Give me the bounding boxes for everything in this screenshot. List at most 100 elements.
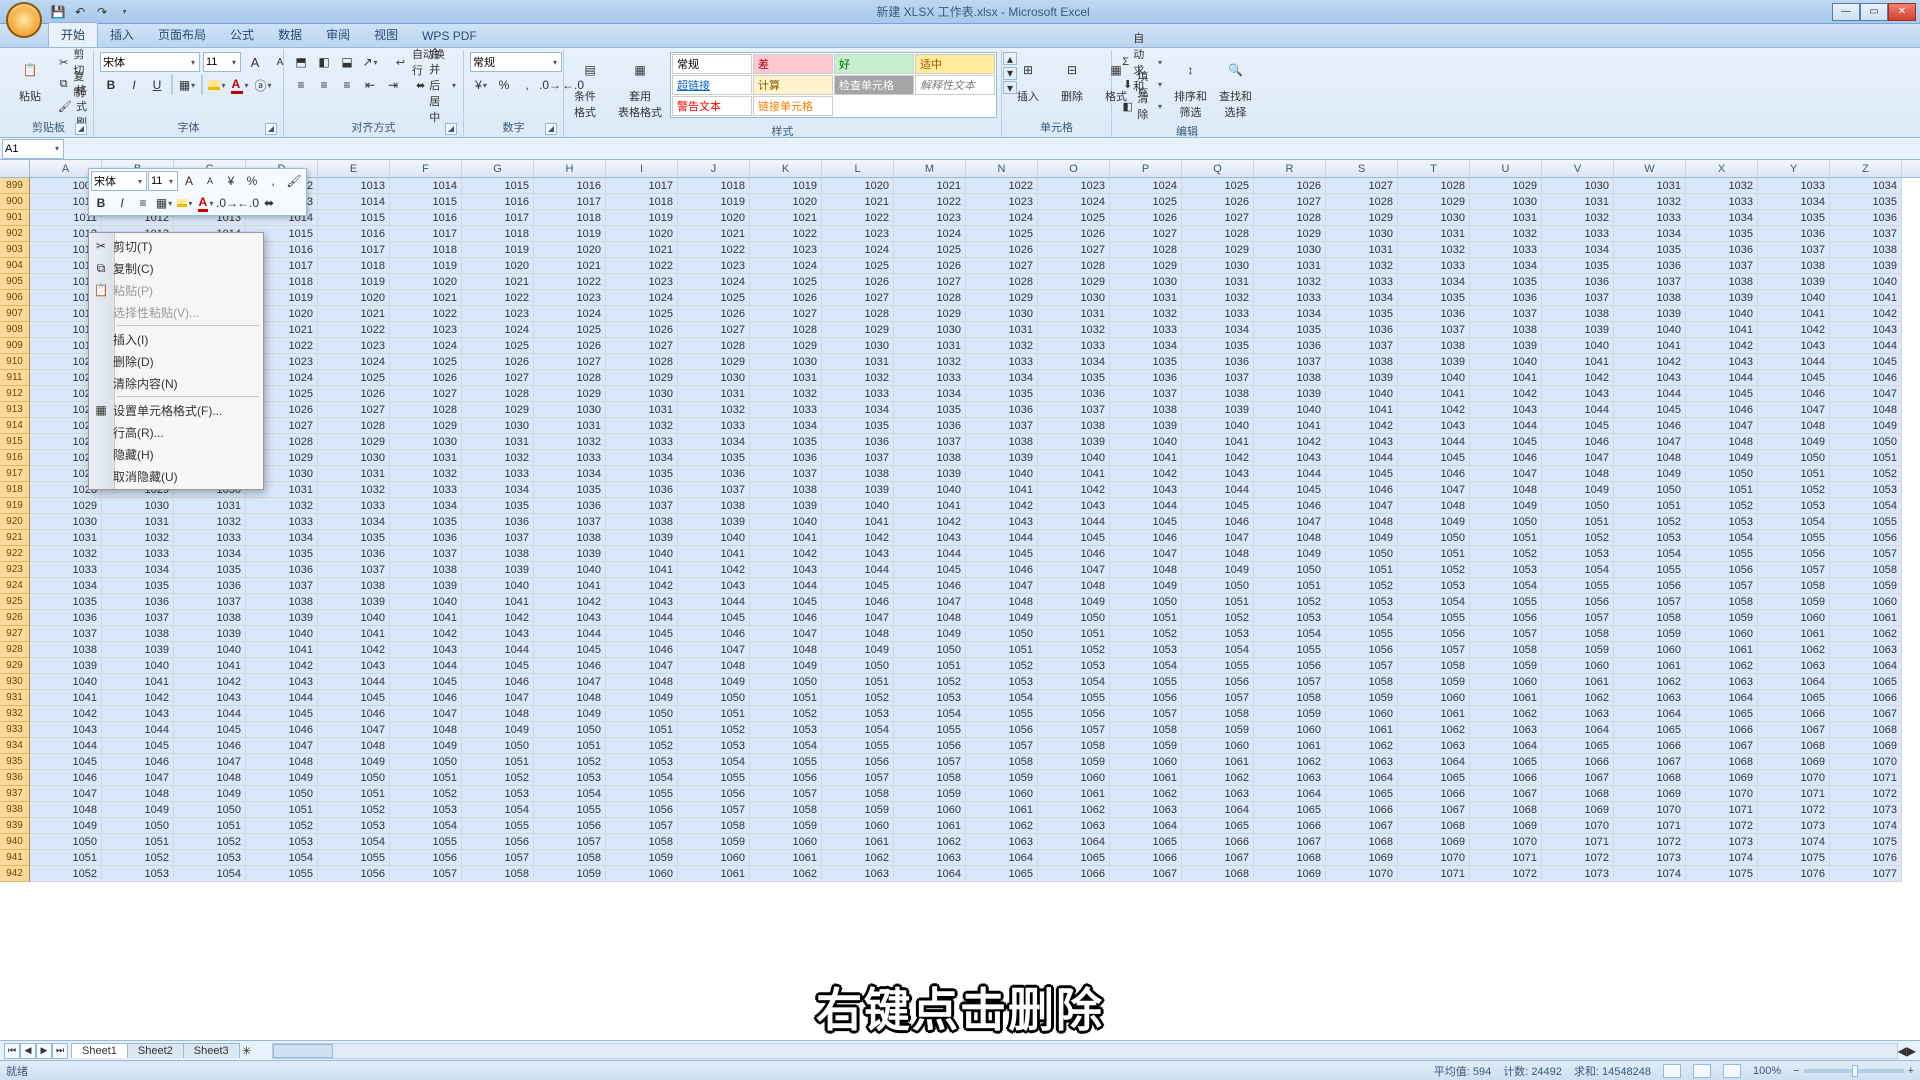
cell[interactable]: 1039 xyxy=(1686,290,1758,306)
cell[interactable]: 1033 xyxy=(606,434,678,450)
cell[interactable]: 1036 xyxy=(894,418,966,434)
cell[interactable]: 1062 xyxy=(1686,658,1758,674)
row-header[interactable]: 928 xyxy=(0,642,29,658)
cell[interactable]: 1066 xyxy=(1038,866,1110,882)
cell[interactable]: 1059 xyxy=(534,866,606,882)
cell[interactable]: 1036 xyxy=(1830,210,1902,226)
cell[interactable]: 1034 xyxy=(30,578,102,594)
cell[interactable]: 1045 xyxy=(1470,434,1542,450)
cell[interactable]: 1034 xyxy=(750,418,822,434)
cell[interactable]: 1030 xyxy=(30,514,102,530)
cell[interactable]: 1061 xyxy=(1326,722,1398,738)
minimize-button[interactable]: — xyxy=(1832,3,1860,21)
cell[interactable]: 1041 xyxy=(318,626,390,642)
cell[interactable]: 1040 xyxy=(1470,354,1542,370)
cell[interactable]: 1038 xyxy=(1614,290,1686,306)
cells-area[interactable]: 1009101010111012101310141015101610171018… xyxy=(30,178,1902,882)
cell[interactable]: 1049 xyxy=(1830,418,1902,434)
cell[interactable]: 1042 xyxy=(966,498,1038,514)
cell[interactable]: 1039 xyxy=(1830,258,1902,274)
cell[interactable]: 1023 xyxy=(606,274,678,290)
cell[interactable]: 1072 xyxy=(1614,834,1686,850)
cell[interactable]: 1040 xyxy=(1686,306,1758,322)
mini-comma-button[interactable]: , xyxy=(263,171,283,191)
cell[interactable]: 1054 xyxy=(750,738,822,754)
cell[interactable]: 1051 xyxy=(1830,450,1902,466)
cell[interactable]: 1065 xyxy=(1830,674,1902,690)
cell[interactable]: 1069 xyxy=(1326,850,1398,866)
cond-format-button[interactable]: ▤条件格式 xyxy=(570,52,610,122)
cell[interactable]: 1041 xyxy=(1398,386,1470,402)
cell[interactable]: 1058 xyxy=(966,754,1038,770)
cell[interactable]: 1027 xyxy=(1038,242,1110,258)
cell[interactable]: 1075 xyxy=(1758,850,1830,866)
cell[interactable]: 1041 xyxy=(174,658,246,674)
cell[interactable]: 1050 xyxy=(1254,562,1326,578)
cell[interactable]: 1048 xyxy=(1110,562,1182,578)
col-header-Y[interactable]: Y xyxy=(1758,160,1830,177)
cell[interactable]: 1031 xyxy=(822,354,894,370)
cell[interactable]: 1046 xyxy=(534,658,606,674)
cell[interactable]: 1060 xyxy=(606,866,678,882)
clear-button[interactable]: ◧清除 xyxy=(1118,96,1166,116)
font-size-combo[interactable]: ▾ xyxy=(203,52,241,72)
cell[interactable]: 1030 xyxy=(534,402,606,418)
row-header[interactable]: 935 xyxy=(0,754,29,770)
cell[interactable]: 1020 xyxy=(318,290,390,306)
cell[interactable]: 1033 xyxy=(894,370,966,386)
ctx-item[interactable]: ⧉复制(C) xyxy=(89,257,263,279)
cell[interactable]: 1025 xyxy=(534,322,606,338)
cell[interactable]: 1067 xyxy=(1830,706,1902,722)
cell[interactable]: 1040 xyxy=(1038,450,1110,466)
cell[interactable]: 1036 xyxy=(1614,258,1686,274)
cell[interactable]: 1051 xyxy=(894,658,966,674)
cell[interactable]: 1052 xyxy=(1254,594,1326,610)
qat-redo-icon[interactable]: ↷ xyxy=(92,2,112,22)
cell[interactable]: 1065 xyxy=(1614,722,1686,738)
cell[interactable]: 1021 xyxy=(894,178,966,194)
row-header[interactable]: 912 xyxy=(0,386,29,402)
cell[interactable]: 1033 xyxy=(750,402,822,418)
ribbon-tab-视图[interactable]: 视图 xyxy=(362,23,410,47)
cell[interactable]: 1051 xyxy=(966,642,1038,658)
cell[interactable]: 1043 xyxy=(246,674,318,690)
cell[interactable]: 1036 xyxy=(1470,290,1542,306)
row-header[interactable]: 941 xyxy=(0,850,29,866)
cell[interactable]: 1062 xyxy=(1830,626,1902,642)
cell[interactable]: 1045 xyxy=(1398,450,1470,466)
cell[interactable]: 1057 xyxy=(1758,562,1830,578)
cell[interactable]: 1051 xyxy=(318,786,390,802)
cell[interactable]: 1025 xyxy=(1038,210,1110,226)
cell[interactable]: 1027 xyxy=(1326,178,1398,194)
cell[interactable]: 1052 xyxy=(822,690,894,706)
cell[interactable]: 1046 xyxy=(1254,498,1326,514)
cell[interactable]: 1073 xyxy=(1830,802,1902,818)
row-header[interactable]: 911 xyxy=(0,370,29,386)
cell[interactable]: 1052 xyxy=(1614,514,1686,530)
cell[interactable]: 1029 xyxy=(1398,194,1470,210)
cell[interactable]: 1038 xyxy=(1254,370,1326,386)
cell[interactable]: 1048 xyxy=(1542,466,1614,482)
cell[interactable]: 1036 xyxy=(246,562,318,578)
cell[interactable]: 1030 xyxy=(966,306,1038,322)
cell[interactable]: 1035 xyxy=(462,498,534,514)
cell[interactable]: 1038 xyxy=(1326,354,1398,370)
cell[interactable]: 1044 xyxy=(390,658,462,674)
cell[interactable]: 1054 xyxy=(606,770,678,786)
cell[interactable]: 1064 xyxy=(1542,722,1614,738)
cell[interactable]: 1060 xyxy=(1830,594,1902,610)
cell[interactable]: 1050 xyxy=(1326,546,1398,562)
cell[interactable]: 1045 xyxy=(1830,354,1902,370)
cell[interactable]: 1021 xyxy=(678,226,750,242)
cell[interactable]: 1017 xyxy=(534,194,606,210)
cell[interactable]: 1059 xyxy=(1326,690,1398,706)
cell[interactable]: 1039 xyxy=(102,642,174,658)
italic-button[interactable]: I xyxy=(123,75,145,95)
cell[interactable]: 1028 xyxy=(462,386,534,402)
cell[interactable]: 1065 xyxy=(1758,690,1830,706)
cell[interactable]: 1041 xyxy=(102,674,174,690)
cell[interactable]: 1059 xyxy=(822,802,894,818)
cell[interactable]: 1068 xyxy=(1830,722,1902,738)
cell[interactable]: 1029 xyxy=(1254,226,1326,242)
cell[interactable]: 1025 xyxy=(750,274,822,290)
